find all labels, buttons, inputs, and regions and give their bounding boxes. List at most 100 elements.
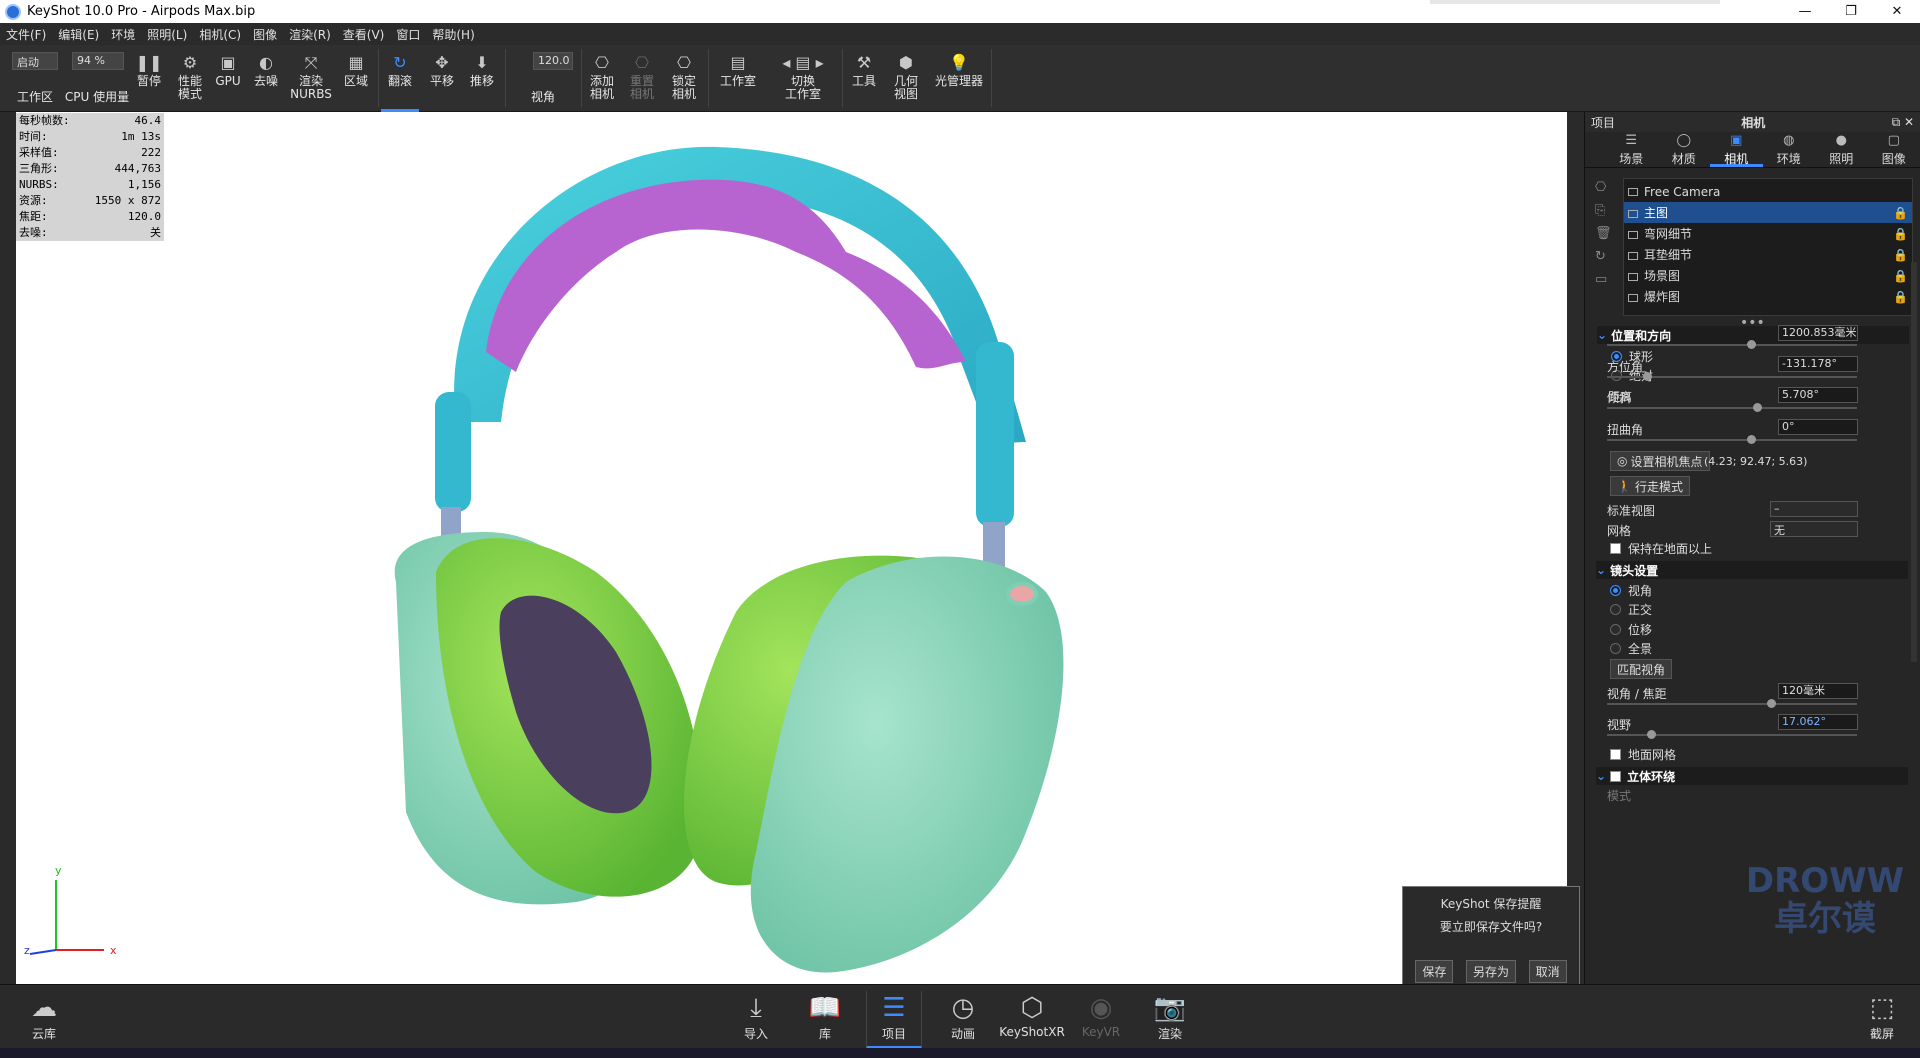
slider-knob[interactable] <box>1643 372 1652 381</box>
cloud-library-button[interactable]: ☁ 云库 <box>16 991 72 1049</box>
match-fov-button[interactable]: 匹配视角 <box>1610 659 1673 679</box>
fov-label: 视角 <box>530 90 555 104</box>
walk-mode-button[interactable]: 🚶 行走模式 <box>1610 476 1690 496</box>
keep-above-checkbox[interactable]: 保持在地面以上 <box>1610 540 1712 557</box>
distance-slider[interactable] <box>1607 340 1857 349</box>
animation-button[interactable]: ◷ 动画 <box>935 991 991 1049</box>
geometry-view-button[interactable]: ⬢ 几何 视图 <box>886 45 926 112</box>
slider-knob[interactable] <box>1747 340 1756 349</box>
project-button[interactable]: ☰ 项目 <box>866 991 922 1049</box>
menu-render[interactable]: 渲染(R) <box>289 26 331 43</box>
set-focus-button[interactable]: ◎ 设置相机焦点 <box>1610 451 1710 471</box>
render-nurbs-button[interactable]: ⤧ 渲染 NURBS <box>288 45 334 112</box>
slider-knob[interactable] <box>1647 730 1656 739</box>
distance-input[interactable]: 1200.853毫米 <box>1778 325 1858 341</box>
reset-camera-button[interactable]: ⎔ 重置 相机 <box>624 45 660 112</box>
switch-studio-button[interactable]: ◂ ▤ ▸ 切换 工作室 <box>770 45 836 112</box>
toolbar-separator <box>991 49 992 107</box>
tumble-button[interactable]: ↻ 翻滚 <box>381 45 419 112</box>
library-button[interactable]: 📖 库 <box>797 991 853 1049</box>
lens-ortho-radio[interactable]: 正交 <box>1610 601 1652 618</box>
render-canvas[interactable]: 每秒帧数: 46.4 时间: 1m 13s 采样值: 222 三角形: 444,763 NURB… <box>16 112 1567 984</box>
maximize-button[interactable]: ❐ <box>1828 0 1874 23</box>
fov-focal-input[interactable]: 120毫米 <box>1778 683 1858 699</box>
checkbox-box[interactable] <box>1610 543 1621 554</box>
azimuth-input[interactable]: -131.178° <box>1778 356 1858 372</box>
panel-scrollbar[interactable] <box>1911 262 1917 662</box>
import-button[interactable]: ⤓ 导入 <box>728 991 784 1049</box>
screenshot-button[interactable]: ⬚ 截屏 <box>1854 991 1910 1049</box>
gpu-icon: ▣ <box>220 53 236 72</box>
denoise-icon: ◐ <box>259 53 273 72</box>
light-manager-label: 光管理器 <box>934 74 983 88</box>
grid-select[interactable]: 无 <box>1770 521 1858 537</box>
minimize-button[interactable]: — <box>1782 0 1828 23</box>
ground-grid-checkbox[interactable]: 地面网格 <box>1610 746 1676 763</box>
std-view-select[interactable]: – <box>1770 501 1858 517</box>
add-camera-button[interactable]: ⎔ 添加 相机 <box>584 45 620 112</box>
studio-button[interactable]: ▤ 工作室 <box>714 45 762 112</box>
twist-slider[interactable] <box>1607 435 1857 444</box>
incline-slider[interactable] <box>1607 403 1857 412</box>
menu-environment[interactable]: 环境 <box>111 26 135 43</box>
workspace-button[interactable]: 工作区 <box>8 45 62 112</box>
slider-knob[interactable] <box>1753 403 1762 412</box>
light-manager-button[interactable]: 💡 光管理器 <box>930 45 988 112</box>
render-label: 渲染 <box>1157 1027 1182 1041</box>
fov-button[interactable]: 视角 <box>510 45 576 112</box>
lens-shift-radio[interactable]: 位移 <box>1610 621 1652 638</box>
save-as-button[interactable]: 另存为 <box>1465 960 1516 983</box>
pause-button[interactable]: ❚❚ 暂停 <box>134 45 164 112</box>
twist-input[interactable]: 0° <box>1778 419 1858 435</box>
menu-image[interactable]: 图像 <box>253 26 277 43</box>
lock-camera-button[interactable]: ⎔ 锁定 相机 <box>664 45 704 112</box>
ghost-window-strip <box>1430 0 1720 4</box>
radio-dot <box>1610 585 1621 596</box>
stat-key: 资源: <box>19 194 48 207</box>
save-dialog-message: 要立即保存文件吗? <box>1439 920 1543 934</box>
render-button[interactable]: 📷 渲染 <box>1142 991 1198 1049</box>
focal-slider[interactable] <box>1607 699 1857 708</box>
section-lens[interactable]: ⌄ 镜头设置 <box>1596 561 1908 579</box>
region-button[interactable]: ▦ 区域 <box>338 45 374 112</box>
incline-input[interactable]: 5.708° <box>1778 387 1858 403</box>
keyvr-button[interactable]: ◉ KeyVR <box>1073 991 1129 1049</box>
menu-edit[interactable]: 编辑(E) <box>58 26 99 43</box>
field-of-view-input[interactable]: 17.062° <box>1778 714 1858 730</box>
lens-fov-radio[interactable]: 视角 <box>1610 582 1652 599</box>
section-stereo[interactable]: ⌄ 立体环绕 <box>1596 767 1908 785</box>
menu-camera[interactable]: 相机(C) <box>199 26 241 43</box>
lens-panorama-radio[interactable]: 全景 <box>1610 640 1652 657</box>
camera-add-icon: ⎔ <box>595 53 609 72</box>
stereo-checkbox[interactable] <box>1610 770 1622 782</box>
denoise-button[interactable]: ◐ 去噪 <box>248 45 284 112</box>
close-button[interactable]: ✕ <box>1874 0 1920 23</box>
save-dialog-title: KeyShot 保存提醒 <box>1440 897 1542 911</box>
toolbar-separator <box>505 49 506 107</box>
save-button[interactable]: 保存 <box>1415 960 1454 983</box>
cpu-usage-button[interactable]: CPU 使用量 <box>64 45 130 112</box>
grid-label: 网格 <box>1607 524 1632 538</box>
lens-panorama-label: 全景 <box>1628 642 1653 656</box>
menu-help[interactable]: 帮助(H) <box>432 26 474 43</box>
menu-window[interactable]: 窗口 <box>396 26 420 43</box>
cancel-button[interactable]: 取消 <box>1528 960 1567 983</box>
tools-button[interactable]: ⚒ 工具 <box>846 45 882 112</box>
dolly-button[interactable]: ⬇ 推移 <box>463 45 501 112</box>
slider-knob[interactable] <box>1747 435 1756 444</box>
menu-file[interactable]: 文件(F) <box>6 26 46 43</box>
gpu-button[interactable]: ▣ GPU <box>212 45 244 112</box>
menu-lighting[interactable]: 照明(L) <box>147 26 187 43</box>
checkbox-box[interactable] <box>1610 749 1621 760</box>
field-of-view-label: 视野 <box>1607 718 1632 732</box>
render-viewport[interactable]: 每秒帧数: 46.4 时间: 1m 13s 采样值: 222 三角形: 444,763 NURB… <box>0 112 1584 992</box>
menu-view[interactable]: 查看(V) <box>343 26 385 43</box>
screenshot-icon: ⬚ <box>1869 993 1895 1023</box>
pan-button[interactable]: ✥ 平移 <box>423 45 461 112</box>
azimuth-slider[interactable] <box>1607 372 1857 381</box>
keyshotxr-button[interactable]: ⬡ KeyShotXR <box>999 991 1065 1049</box>
fov-slider[interactable] <box>1607 730 1857 739</box>
slider-knob[interactable] <box>1767 699 1776 708</box>
app-logo-icon <box>5 3 21 20</box>
performance-mode-button[interactable]: ⚙ 性能 模式 <box>170 45 210 112</box>
